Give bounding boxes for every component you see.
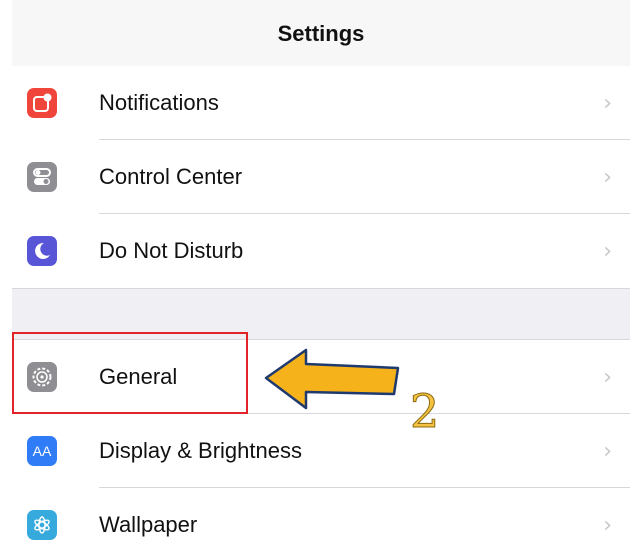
chevron-right-icon: › bbox=[603, 512, 612, 538]
settings-row-notifications[interactable]: Notifications › bbox=[12, 66, 630, 140]
settings-row-label: Wallpaper bbox=[99, 512, 198, 537]
settings-group-1: Notifications › Control Center › Do Not … bbox=[12, 66, 630, 288]
notifications-icon bbox=[27, 88, 57, 118]
moon-icon bbox=[27, 236, 57, 266]
highlight-box-general bbox=[12, 332, 248, 414]
chevron-right-icon: › bbox=[603, 164, 612, 190]
settings-row-wallpaper[interactable]: Wallpaper › bbox=[12, 488, 630, 560]
settings-row-label: Do Not Disturb bbox=[99, 238, 244, 263]
chevron-right-icon: › bbox=[603, 90, 612, 116]
chevron-right-icon: › bbox=[603, 364, 612, 390]
settings-row-control-center[interactable]: Control Center › bbox=[12, 140, 630, 214]
annotation-step-number: 2 bbox=[409, 384, 440, 439]
display-brightness-icon-text: AA bbox=[32, 443, 52, 459]
settings-row-label: Notifications bbox=[99, 90, 219, 115]
display-brightness-icon: AA bbox=[27, 436, 57, 466]
settings-row-display-brightness[interactable]: AA Display & Brightness › bbox=[12, 414, 630, 488]
settings-row-label: Control Center bbox=[99, 164, 243, 189]
settings-screen: Settings Notifications › Control Center … bbox=[12, 0, 630, 560]
chevron-right-icon: › bbox=[603, 438, 612, 464]
settings-row-do-not-disturb[interactable]: Do Not Disturb › bbox=[12, 214, 630, 288]
settings-row-label: Display & Brightness bbox=[99, 438, 302, 463]
navigation-bar: Settings bbox=[12, 0, 630, 67]
control-center-icon bbox=[27, 162, 57, 192]
page-title: Settings bbox=[277, 21, 365, 46]
wallpaper-icon bbox=[27, 510, 57, 540]
chevron-right-icon: › bbox=[603, 238, 612, 264]
annotation-arrow-icon bbox=[264, 348, 400, 410]
